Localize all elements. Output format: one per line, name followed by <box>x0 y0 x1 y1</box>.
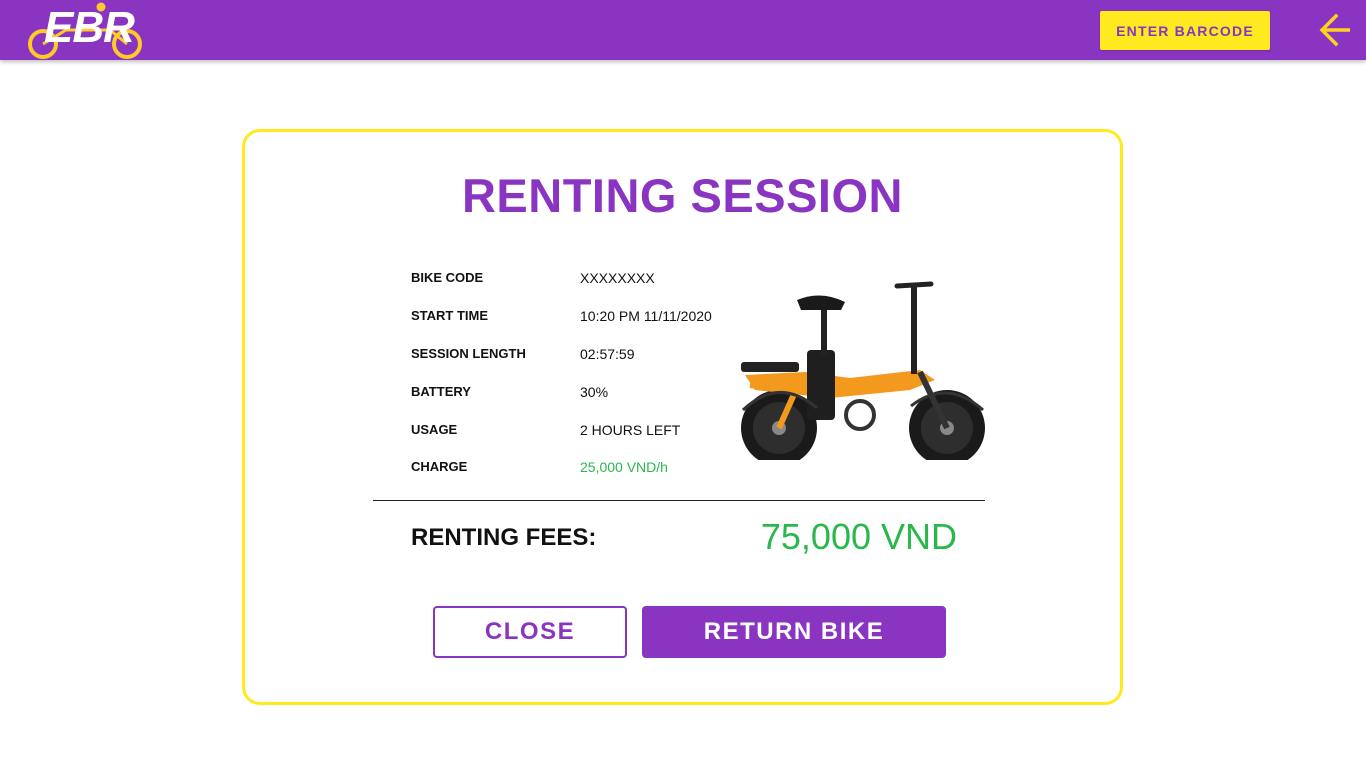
info-row-battery: BATTERY 30% <box>411 384 741 404</box>
page-title: RENTING SESSION <box>461 169 903 222</box>
close-button[interactable]: CLOSE <box>433 606 627 658</box>
usage-value: 2 HOURS LEFT <box>580 422 681 438</box>
electric-bike-image <box>735 280 987 466</box>
session-length-label: SESSION LENGTH <box>411 346 526 361</box>
info-row-usage: USAGE 2 HOURS LEFT <box>411 422 741 442</box>
section-divider <box>373 500 985 501</box>
ebr-logo[interactable]: EBR <box>26 0 148 60</box>
top-app-bar: EBR ENTER BARCODE <box>0 0 1366 60</box>
session-length-value: 02:57:59 <box>580 346 635 362</box>
usage-label: USAGE <box>411 422 458 437</box>
return-bike-button[interactable]: RETURN BIKE <box>642 606 946 658</box>
battery-label: BATTERY <box>411 384 471 399</box>
bike-code-value: XXXXXXXX <box>580 270 655 286</box>
renting-fees-label: RENTING FEES: <box>411 524 597 551</box>
info-row-session-length: SESSION LENGTH 02:57:59 <box>411 346 741 366</box>
renting-session-card: RENTING SESSION BIKE CODE XXXXXXXX START… <box>242 129 1123 705</box>
battery-value: 30% <box>580 384 609 400</box>
start-time-label: START TIME <box>411 308 489 323</box>
logo-text: EBR <box>44 3 135 52</box>
info-row-bike-code: BIKE CODE XXXXXXXX <box>411 270 741 290</box>
bike-code-label: BIKE CODE <box>411 270 484 285</box>
renting-fees-value: 75,000 VND <box>760 516 957 557</box>
charge-label: CHARGE <box>411 459 468 474</box>
charge-value: 25,000 VND/h <box>580 459 668 475</box>
arrow-left-icon[interactable] <box>1316 12 1354 48</box>
start-time-value: 10:20 PM 11/11/2020 <box>580 308 712 324</box>
enter-barcode-button[interactable]: ENTER BARCODE <box>1100 11 1270 50</box>
info-row-charge: CHARGE 25,000 VND/h <box>411 459 741 479</box>
info-row-start-time: START TIME 10:20 PM 11/11/2020 <box>411 308 741 328</box>
